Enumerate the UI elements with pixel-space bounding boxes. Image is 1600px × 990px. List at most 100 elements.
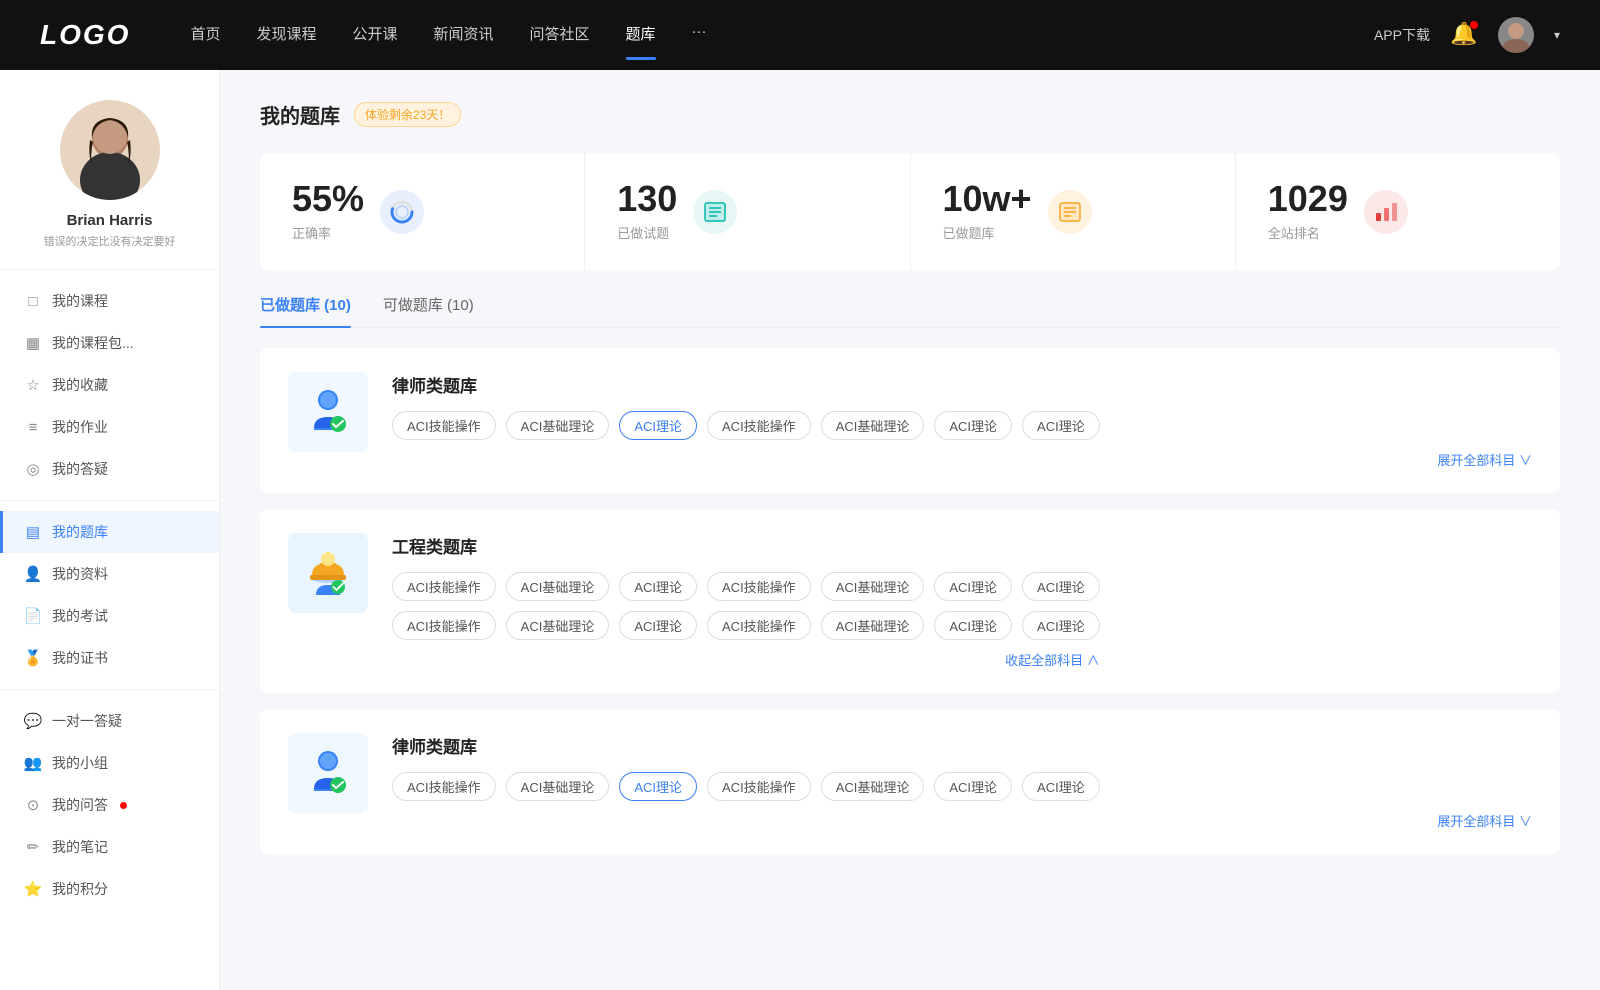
sidebar-item-points[interactable]: ⭐ 我的积分 xyxy=(0,868,219,910)
stat-label-rank: 全站排名 xyxy=(1268,223,1348,242)
sidebar-item-profile[interactable]: 👤 我的资料 xyxy=(0,553,219,595)
sidebar-item-label-course: 我的课程 xyxy=(52,291,108,311)
bank-tag[interactable]: ACI理论 xyxy=(619,572,697,601)
bank-tag[interactable]: ACI基础理论 xyxy=(821,572,925,601)
bank-expand-lawyer-2[interactable]: 展开全部科目 ∨ xyxy=(392,811,1532,830)
user-menu-chevron[interactable]: ▾ xyxy=(1554,28,1560,42)
sidebar-item-notes[interactable]: ✏ 我的笔记 xyxy=(0,826,219,868)
user-motto: 错误的决定比没有决定要好 xyxy=(44,233,176,249)
nav-qbank[interactable]: 题库 xyxy=(626,23,656,48)
bank-tags-engineer-row1: ACI技能操作 ACI基础理论 ACI理论 ACI技能操作 ACI基础理论 AC… xyxy=(392,572,1100,601)
sidebar-item-favorites[interactable]: ☆ 我的收藏 xyxy=(0,364,219,406)
bank-tag[interactable]: ACI理论 xyxy=(934,611,1012,640)
app-download-button[interactable]: APP下载 xyxy=(1374,25,1430,45)
sidebar-menu: □ 我的课程 ▦ 我的课程包... ☆ 我的收藏 ≡ 我的作业 ◎ 我的答疑 ▤ xyxy=(0,280,219,910)
stat-value-done-b: 10w+ xyxy=(943,181,1032,217)
bank-card-lawyer-2: 律师类题库 ACI技能操作 ACI基础理论 ACI理论 ACI技能操作 ACI基… xyxy=(260,709,1560,854)
bank-expand-engineer[interactable]: 收起全部科目 ∧ xyxy=(392,650,1100,669)
bank-tag-active[interactable]: ACI理论 xyxy=(619,772,697,801)
sidebar-item-label-qa: 我的答疑 xyxy=(52,459,108,479)
sidebar-item-label-points: 我的积分 xyxy=(52,879,108,899)
bank-tag[interactable]: ACI理论 xyxy=(1022,572,1100,601)
bank-info-lawyer-1: 律师类题库 ACI技能操作 ACI基础理论 ACI理论 ACI技能操作 ACI基… xyxy=(392,372,1532,469)
notification-dot xyxy=(1470,21,1478,29)
donut-chart-icon xyxy=(388,198,416,226)
bank-tag[interactable]: ACI理论 xyxy=(1022,611,1100,640)
sidebar-item-qa[interactable]: ◎ 我的答疑 xyxy=(0,448,219,490)
bank-tag[interactable]: ACI基础理论 xyxy=(506,411,610,440)
bank-tag[interactable]: ACI技能操作 xyxy=(392,772,496,801)
page-title: 我的题库 xyxy=(260,100,340,129)
stat-text-done-b: 10w+ 已做题库 xyxy=(943,181,1032,242)
user-name: Brian Harris xyxy=(67,212,153,229)
bank-tag-active[interactable]: ACI理论 xyxy=(619,411,697,440)
nav-qa[interactable]: 问答社区 xyxy=(530,23,590,48)
bank-tag[interactable]: ACI理论 xyxy=(1022,411,1100,440)
bank-tag[interactable]: ACI技能操作 xyxy=(707,611,811,640)
bank-tag[interactable]: ACI技能操作 xyxy=(392,572,496,601)
nav-news[interactable]: 新闻资讯 xyxy=(434,23,494,48)
bank-name-lawyer-2: 律师类题库 xyxy=(392,733,1532,758)
tab-done-banks[interactable]: 已做题库 (10) xyxy=(260,294,351,327)
bank-tag[interactable]: ACI基础理论 xyxy=(506,611,610,640)
sidebar-item-exam[interactable]: 📄 我的考试 xyxy=(0,595,219,637)
nav-discover[interactable]: 发现课程 xyxy=(256,23,316,48)
group-icon: 👥 xyxy=(24,754,42,772)
sidebar-item-cert[interactable]: 🏅 我的证书 xyxy=(0,637,219,679)
stat-ranking: 1029 全站排名 xyxy=(1236,153,1560,270)
notes-icon: ✏ xyxy=(24,838,42,856)
nav-more[interactable]: ··· xyxy=(692,23,707,48)
stat-icon-rank xyxy=(1364,190,1408,234)
bank-name-engineer: 工程类题库 xyxy=(392,533,1100,558)
sidebar-item-myqa[interactable]: ⊙ 我的问答 xyxy=(0,784,219,826)
1to1-icon: 💬 xyxy=(24,712,42,730)
stat-value-correct: 55% xyxy=(292,181,364,217)
sidebar-item-1to1[interactable]: 💬 一对一答疑 xyxy=(0,700,219,742)
bank-tag[interactable]: ACI理论 xyxy=(934,572,1012,601)
nav-open-course[interactable]: 公开课 xyxy=(352,23,397,48)
sidebar-item-label-course-pack: 我的课程包... xyxy=(52,333,134,353)
sidebar-item-course-pack[interactable]: ▦ 我的课程包... xyxy=(0,322,219,364)
bank-tag[interactable]: ACI技能操作 xyxy=(392,411,496,440)
notification-bell[interactable]: 🔔 xyxy=(1450,21,1478,49)
bank-tag[interactable]: ACI理论 xyxy=(934,411,1012,440)
sidebar-item-label-homework: 我的作业 xyxy=(52,417,108,437)
tab-available-banks[interactable]: 可做题库 (10) xyxy=(383,294,474,327)
sidebar: Brian Harris 错误的决定比没有决定要好 □ 我的课程 ▦ 我的课程包… xyxy=(0,70,220,990)
bank-tag[interactable]: ACI基础理论 xyxy=(821,411,925,440)
sidebar-item-course[interactable]: □ 我的课程 xyxy=(0,280,219,322)
sidebar-item-label-profile: 我的资料 xyxy=(52,564,108,584)
bank-icon-lawyer-1 xyxy=(288,372,368,452)
page-header: 我的题库 体验剩余23天！ xyxy=(260,100,1560,129)
stat-value-rank: 1029 xyxy=(1268,181,1348,217)
bank-info-engineer: 工程类题库 ACI技能操作 ACI基础理论 ACI理论 ACI技能操作 ACI基… xyxy=(392,533,1100,669)
profile-avatar xyxy=(60,100,160,200)
bank-tag[interactable]: ACI理论 xyxy=(1022,772,1100,801)
bank-tag[interactable]: ACI基础理论 xyxy=(506,572,610,601)
stat-text-correct: 55% 正确率 xyxy=(292,181,364,242)
bank-tag[interactable]: ACI基础理论 xyxy=(506,772,610,801)
bank-tag[interactable]: ACI技能操作 xyxy=(707,772,811,801)
bank-tag[interactable]: ACI基础理论 xyxy=(821,772,925,801)
bank-tag[interactable]: ACI理论 xyxy=(934,772,1012,801)
bank-tags-lawyer-2: ACI技能操作 ACI基础理论 ACI理论 ACI技能操作 ACI基础理论 AC… xyxy=(392,772,1532,801)
bank-tag[interactable]: ACI技能操作 xyxy=(707,572,811,601)
stat-text-rank: 1029 全站排名 xyxy=(1268,181,1348,242)
nav-home[interactable]: 首页 xyxy=(190,23,220,48)
sidebar-item-label-myqa: 我的问答 xyxy=(52,795,108,815)
bank-tag[interactable]: ACI技能操作 xyxy=(707,411,811,440)
bank-tag[interactable]: ACI理论 xyxy=(619,611,697,640)
sidebar-item-group[interactable]: 👥 我的小组 xyxy=(0,742,219,784)
bank-tag[interactable]: ACI基础理论 xyxy=(821,611,925,640)
stat-done-questions: 130 已做试题 xyxy=(585,153,910,270)
sidebar-item-homework[interactable]: ≡ 我的作业 xyxy=(0,406,219,448)
stat-icon-correct xyxy=(380,190,424,234)
bank-icon-lawyer-2 xyxy=(288,733,368,813)
user-avatar[interactable] xyxy=(1498,17,1534,53)
sidebar-divider-2 xyxy=(0,500,219,501)
bank-tag[interactable]: ACI技能操作 xyxy=(392,611,496,640)
main-layout: Brian Harris 错误的决定比没有决定要好 □ 我的课程 ▦ 我的课程包… xyxy=(0,70,1600,990)
bank-expand-lawyer-1[interactable]: 展开全部科目 ∨ xyxy=(392,450,1532,469)
navbar: LOGO 首页 发现课程 公开课 新闻资讯 问答社区 题库 ··· APP下载 … xyxy=(0,0,1600,70)
sidebar-item-qbank[interactable]: ▤ 我的题库 xyxy=(0,511,219,553)
